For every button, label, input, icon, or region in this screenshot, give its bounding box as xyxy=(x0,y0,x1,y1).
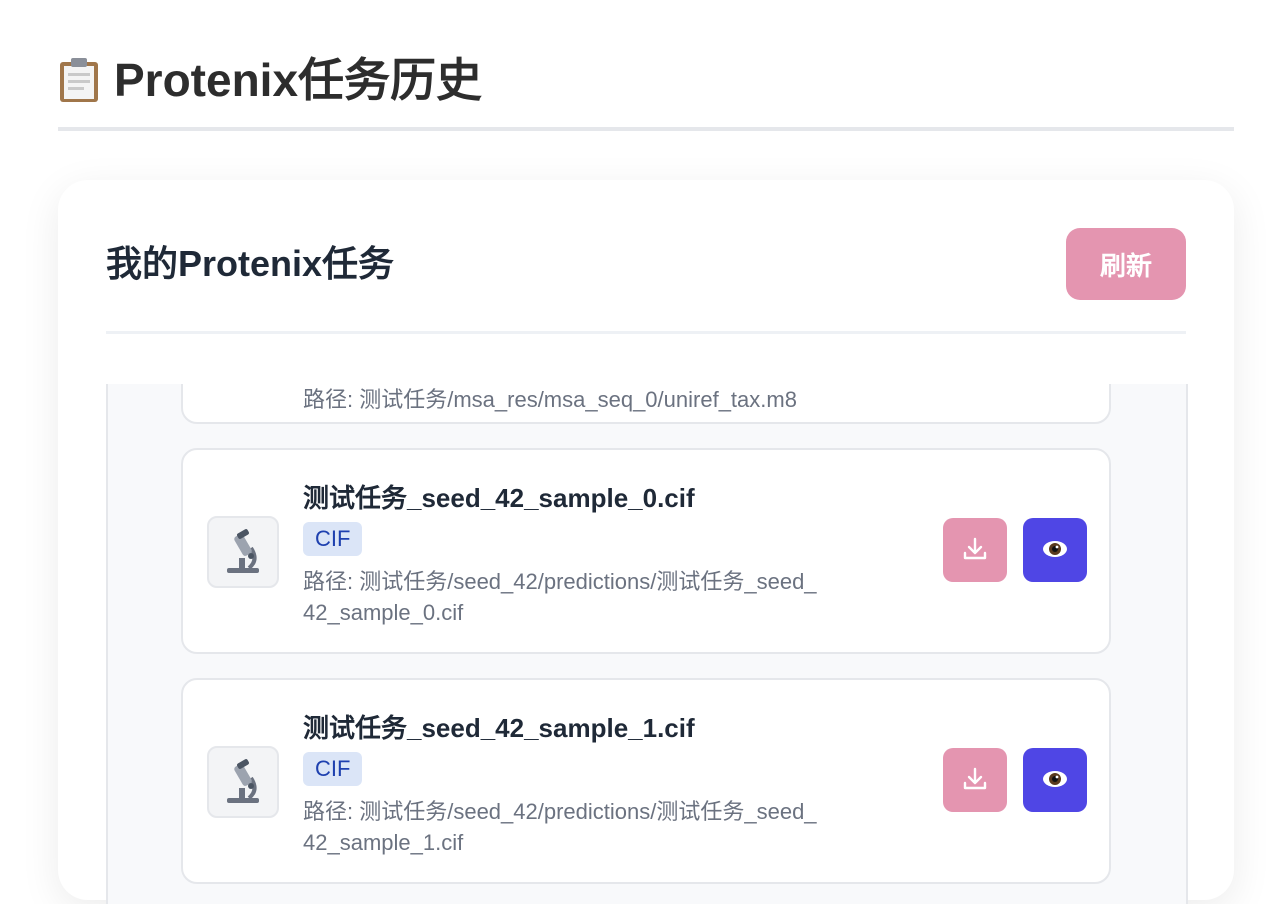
card-title: 我的Protenix任务 xyxy=(106,243,395,284)
file-name: 测试任务_seed_42_sample_1.cif xyxy=(303,713,695,743)
file-item[interactable]: 路径: 测试任务/msa_res/msa_seq_0/uniref_tax.m8 xyxy=(181,384,1111,424)
file-path: 路径: 测试任务/seed_42/predictions/测试任务_seed_4… xyxy=(303,799,817,855)
refresh-button[interactable]: 刷新 xyxy=(1066,228,1186,300)
page-title: Protenix任务历史 xyxy=(58,50,482,110)
clipboard-icon xyxy=(58,57,100,103)
file-path: 路径: 测试任务/seed_42/predictions/测试任务_seed_4… xyxy=(303,569,817,625)
microscope-icon xyxy=(207,516,279,588)
download-icon xyxy=(962,766,988,795)
eye-icon xyxy=(1041,539,1069,562)
file-type-badge: CIF xyxy=(303,752,363,786)
tasks-card: 我的Protenix任务 刷新 路径: 测试任务/msa_res/msa_seq… xyxy=(58,180,1234,904)
download-button[interactable] xyxy=(943,748,1007,812)
file-list-panel[interactable]: 路径: 测试任务/msa_res/msa_seq_0/uniref_tax.m8… xyxy=(106,384,1188,904)
file-path: 路径: 测试任务/msa_res/msa_seq_0/uniref_tax.m8 xyxy=(303,387,797,412)
page-title-text: Protenix任务历史 xyxy=(114,54,483,106)
file-type-badge: CIF xyxy=(303,522,363,556)
microscope-icon xyxy=(207,746,279,818)
download-button[interactable] xyxy=(943,518,1007,582)
card-divider xyxy=(106,331,1186,334)
eye-icon xyxy=(1041,769,1069,792)
file-name: 测试任务_seed_42_sample_0.cif xyxy=(303,483,695,513)
file-item[interactable]: 测试任务_seed_42_sample_0.cif CIF 路径: 测试任务/s… xyxy=(181,448,1111,654)
download-icon xyxy=(962,536,988,565)
title-divider xyxy=(58,127,1234,131)
view-button[interactable] xyxy=(1023,748,1087,812)
file-item[interactable]: 测试任务_seed_42_sample_1.cif CIF 路径: 测试任务/s… xyxy=(181,678,1111,884)
view-button[interactable] xyxy=(1023,518,1087,582)
